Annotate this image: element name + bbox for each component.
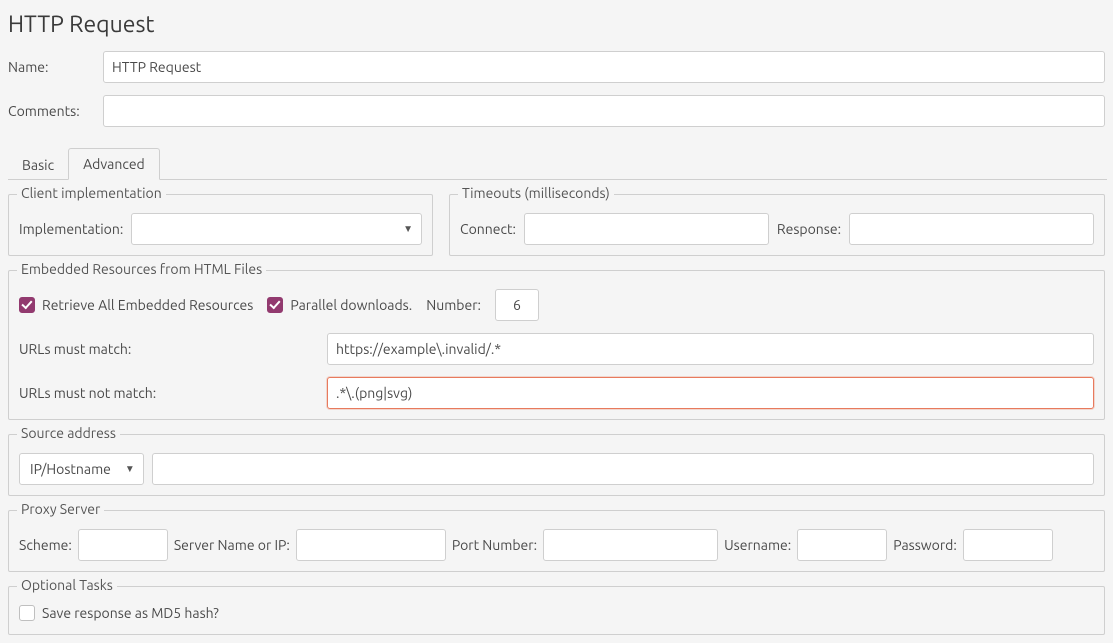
parallel-number-input[interactable] [495,289,539,321]
response-label: Response: [777,221,841,237]
source-address-input[interactable] [152,453,1094,485]
chevron-down-icon: ▼ [125,463,135,475]
checkbox-checked-icon [19,297,35,313]
parallel-downloads-checkbox[interactable]: Parallel downloads. [267,297,412,313]
parallel-downloads-label: Parallel downloads. [290,297,412,313]
response-input[interactable] [849,213,1094,245]
proxy-server-legend: Proxy Server [17,501,104,517]
proxy-password-input[interactable] [963,529,1053,561]
proxy-username-input[interactable] [797,529,887,561]
comments-input[interactable] [103,95,1105,127]
page-title: HTTP Request [8,12,1107,37]
connect-input[interactable] [524,213,769,245]
proxy-server-label: Server Name or IP: [174,537,290,553]
urls-match-label: URLs must match: [19,341,319,357]
proxy-port-input[interactable] [543,529,718,561]
proxy-server-group: Proxy Server Scheme: Server Name or IP: … [8,510,1105,572]
urls-notmatch-label: URLs must not match: [19,385,319,401]
chevron-down-icon: ▼ [403,223,413,235]
timeouts-group: Timeouts (milliseconds) Connect: Respons… [449,194,1105,256]
client-implementation-group: Client implementation Implementation: ▼ [8,194,433,256]
proxy-scheme-input[interactable] [78,529,168,561]
tab-bar: Basic Advanced [8,147,1107,180]
proxy-username-label: Username: [724,537,791,553]
proxy-scheme-label: Scheme: [19,537,72,553]
md5-label: Save response as MD5 hash? [42,605,219,621]
connect-label: Connect: [460,221,516,237]
source-address-legend: Source address [17,425,120,441]
md5-checkbox[interactable]: Save response as MD5 hash? [19,605,219,621]
timeouts-legend: Timeouts (milliseconds) [458,185,614,201]
retrieve-all-checkbox[interactable]: Retrieve All Embedded Resources [19,297,253,313]
comments-label: Comments: [8,103,103,119]
checkbox-unchecked-icon [19,605,35,621]
implementation-select[interactable]: ▼ [131,213,422,245]
name-label: Name: [8,59,103,75]
source-type-value: IP/Hostname [30,461,111,477]
source-address-group: Source address IP/Hostname ▼ [8,434,1105,496]
client-implementation-legend: Client implementation [17,185,166,201]
name-input[interactable] [103,51,1105,83]
retrieve-all-label: Retrieve All Embedded Resources [42,297,253,313]
number-label: Number: [426,297,481,313]
proxy-password-label: Password: [893,537,957,553]
proxy-port-label: Port Number: [452,537,537,553]
optional-tasks-legend: Optional Tasks [17,577,117,593]
embedded-resources-group: Embedded Resources from HTML Files Retri… [8,270,1105,420]
implementation-label: Implementation: [19,221,123,237]
tab-basic[interactable]: Basic [8,150,68,180]
urls-match-input[interactable] [327,333,1094,365]
checkbox-checked-icon [267,297,283,313]
urls-notmatch-input[interactable] [327,377,1094,409]
tab-advanced[interactable]: Advanced [68,148,160,180]
source-type-select[interactable]: IP/Hostname ▼ [19,453,144,485]
embedded-resources-legend: Embedded Resources from HTML Files [17,261,266,277]
proxy-server-input[interactable] [296,529,446,561]
optional-tasks-group: Optional Tasks Save response as MD5 hash… [8,586,1105,635]
